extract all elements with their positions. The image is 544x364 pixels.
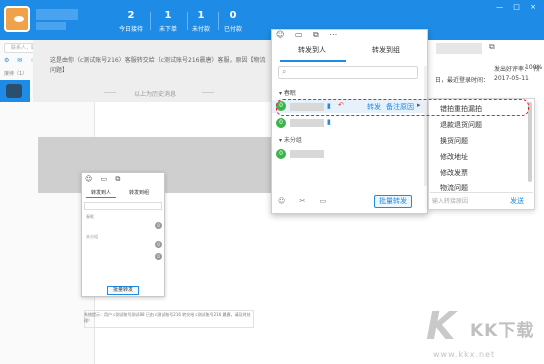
watermark-logo: K	[426, 306, 466, 346]
divider-line	[430, 192, 533, 193]
group-header-store[interactable]: ▾ 春眠	[279, 88, 296, 97]
batch-forward-button[interactable]: 批量转发	[374, 195, 412, 208]
mini-badge: 0	[155, 222, 162, 229]
window-controls[interactable]: — □ ×	[496, 3, 540, 11]
active-tab-underline	[280, 60, 346, 62]
reason-item[interactable]: 退款退货问题	[440, 120, 482, 130]
transfer-history-message: 这是由你（c测试账号216）客服转交给（c测试账号216晨唐）客服，原因【物流问…	[50, 57, 266, 74]
forward-toolbar-icons[interactable]: ☺ ▭ ⧉ ⋯	[276, 30, 341, 40]
history-footer-label: 以上为历史消息	[133, 91, 176, 98]
profile-name-placeholder	[36, 9, 78, 20]
highlight-annotation	[276, 99, 529, 116]
customer-name-placeholder	[436, 43, 482, 54]
watermark-text: KK下载	[470, 321, 535, 341]
mini-system-notice: 系统提示：用户 c测试账号测试88 已由 c测试账号216 转交给 c测试账号2…	[84, 312, 251, 323]
phone-icon: ▮	[327, 118, 331, 126]
reason-item[interactable]: 换货问题	[440, 136, 468, 146]
stat-paid-number: 0	[229, 10, 237, 21]
reason-scrollbar[interactable]	[528, 102, 532, 182]
last-login-label: 日，最近登录时间：	[435, 77, 490, 84]
group-ungrouped-label: 未分组	[283, 137, 302, 144]
reception-count-label: 接待（1）	[4, 71, 28, 77]
reason-send-button[interactable]: 发送	[510, 196, 524, 206]
stat-paid[interactable]: 0 已付款	[216, 10, 250, 33]
profile-status-placeholder	[36, 22, 66, 30]
online-badge: 0	[276, 149, 286, 159]
watermark-url: www.kkx.net	[433, 350, 496, 359]
stat-not-ordered[interactable]: 1 未下单	[151, 10, 185, 33]
group-header-ungrouped[interactable]: ▾ 未分组	[279, 135, 302, 144]
reason-input[interactable]: 输入转接原因	[432, 196, 508, 207]
forward-search-input[interactable]	[278, 66, 418, 79]
last-login-value: 2017-05-11	[494, 75, 529, 82]
stat-unpaid-number: 1	[197, 10, 205, 21]
divider-line	[202, 92, 214, 93]
avatar-face-icon	[14, 16, 24, 22]
stat-not-ordered-label: 未下单	[158, 26, 177, 33]
tab-forward-to-person[interactable]: 转发到人	[298, 45, 326, 55]
tab-forward-to-group[interactable]: 转发到组	[372, 45, 400, 55]
mini-toolbar-icons[interactable]: ☺ ▭ ⧉	[85, 175, 123, 184]
mini-search-input[interactable]	[84, 202, 162, 210]
user-avatar[interactable]	[4, 6, 30, 32]
reason-item[interactable]: 修改发票	[440, 168, 468, 178]
forward-bottom-icons[interactable]: ☺ ✂ ▭	[278, 197, 332, 205]
search-icon: ⌕	[282, 67, 287, 76]
mini-badge: 0	[155, 241, 162, 248]
group-store-label: 春眠	[283, 90, 296, 97]
mini-group-ungrouped: 未分组	[86, 234, 98, 239]
stat-unpaid-label: 未付款	[191, 26, 210, 33]
mini-active-tab-underline	[86, 197, 116, 198]
stat-today-label: 今日接待	[118, 26, 143, 33]
mini-tab-forward-group[interactable]: 转发到组	[129, 189, 149, 196]
watermark-logo-letter: K	[426, 304, 456, 348]
stat-not-ordered-number: 1	[164, 10, 172, 21]
stat-paid-label: 已付款	[223, 26, 242, 33]
mini-badge: 0	[155, 253, 162, 260]
reason-item[interactable]: 修改地址	[440, 152, 468, 162]
mini-group-store: 春眠	[86, 214, 94, 219]
mini-tab-forward-person[interactable]: 转发到人	[91, 189, 111, 196]
info-extra-label: 所	[534, 66, 541, 73]
stat-unpaid[interactable]: 1 未付款	[184, 10, 218, 33]
agent-name-placeholder	[290, 150, 324, 158]
stat-today-number: 2	[127, 10, 135, 21]
copy-icon[interactable]: ⧉	[489, 42, 495, 52]
forward-list-scrollbar[interactable]	[424, 66, 427, 186]
agent-name-placeholder	[290, 119, 324, 127]
mini-batch-forward-button[interactable]: 批量转发	[107, 286, 139, 295]
online-badge: 0	[276, 118, 286, 128]
contact-avatar	[6, 84, 22, 98]
stat-today-reception[interactable]: 2 今日接待	[114, 10, 148, 33]
